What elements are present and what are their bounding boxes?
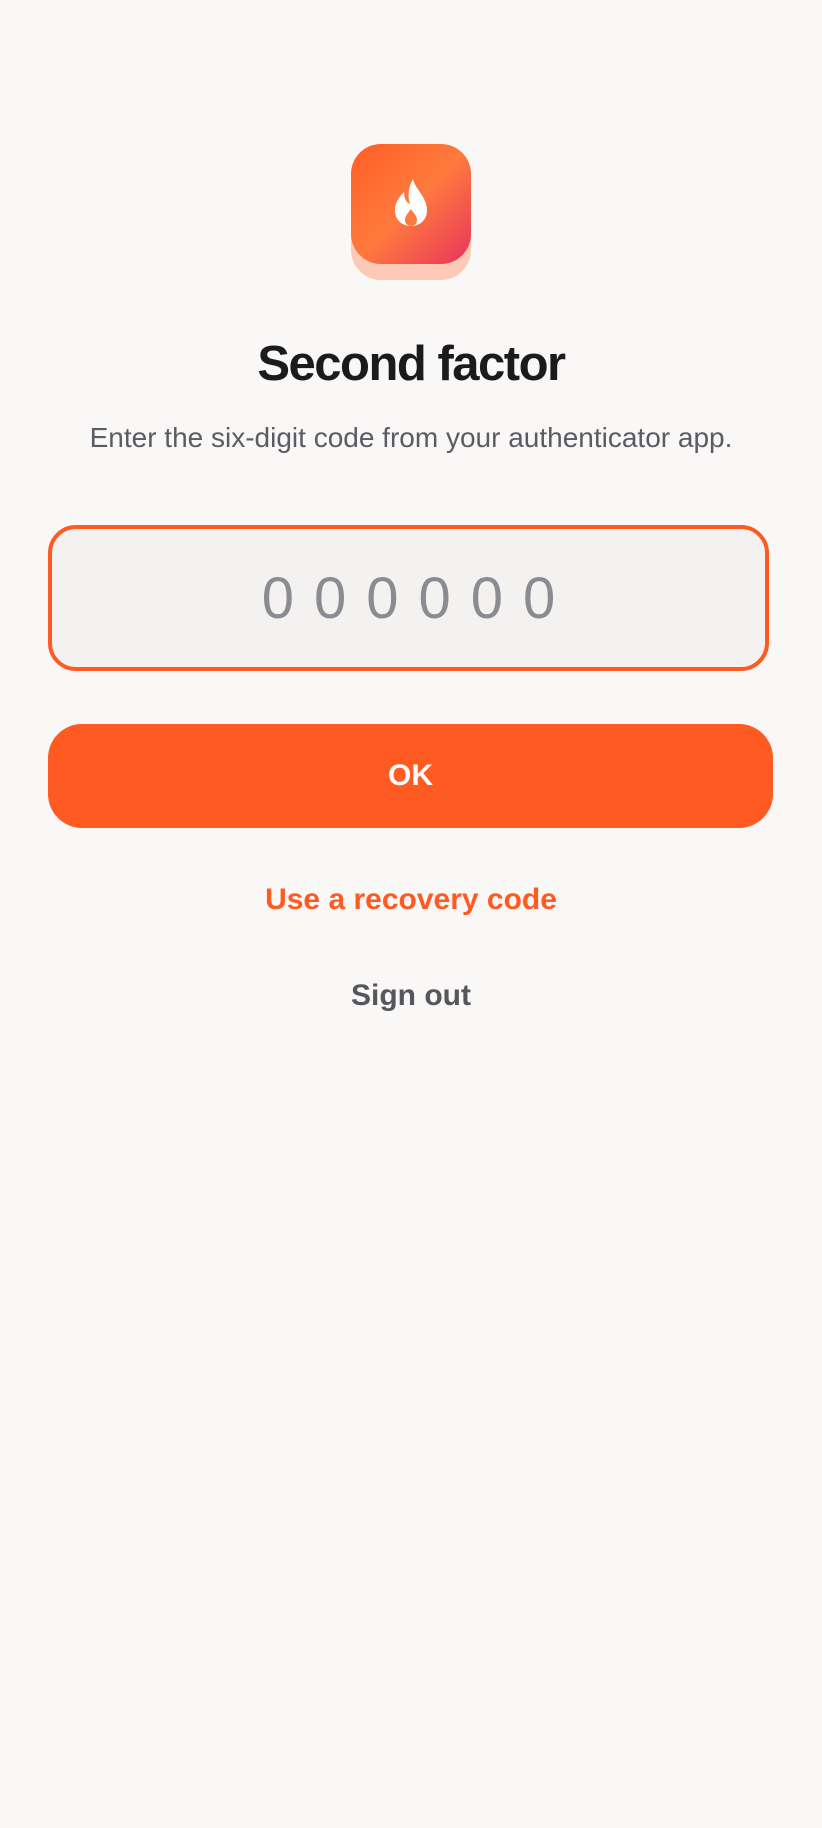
logo-tile (351, 144, 471, 264)
flame-icon (393, 177, 429, 232)
page-subtitle: Enter the six-digit code from your authe… (89, 422, 733, 453)
page-title: Second factor (257, 337, 566, 391)
sign-out-link[interactable]: Sign out (0, 974, 822, 1018)
verification-code-input[interactable] (52, 564, 765, 632)
app-logo (351, 144, 471, 280)
code-field[interactable] (48, 525, 769, 671)
second-factor-screen: Second factor Enter the six-digit code f… (0, 0, 822, 1828)
recovery-code-link[interactable]: Use a recovery code (0, 878, 822, 922)
ok-button[interactable]: OK (48, 724, 773, 828)
